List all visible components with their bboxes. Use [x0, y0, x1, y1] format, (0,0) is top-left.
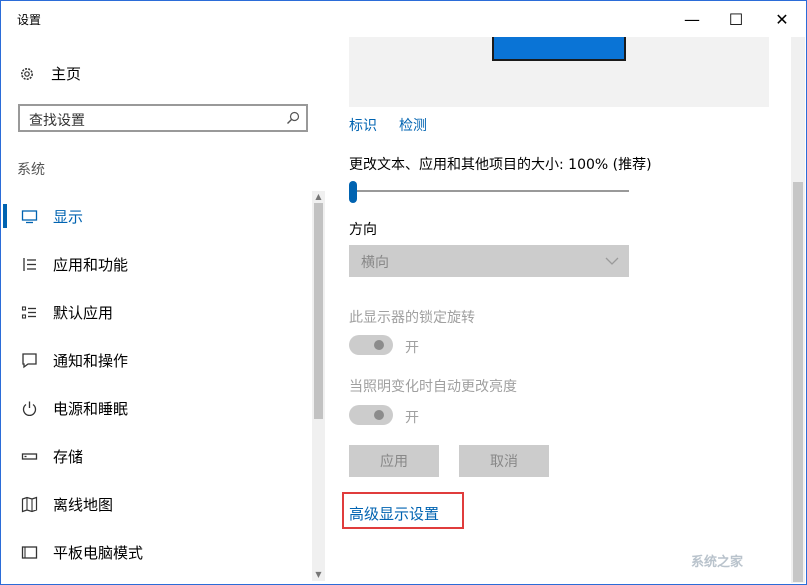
- home-label: 主页: [51, 65, 82, 83]
- sidebar-item-default-apps[interactable]: 默认应用: [1, 288, 311, 336]
- sidebar-item-label: 电源和睡眠: [53, 399, 129, 418]
- scale-slider-thumb[interactable]: [349, 181, 357, 203]
- gear-icon: [21, 67, 33, 80]
- cancel-button[interactable]: 取消: [459, 445, 549, 477]
- default-apps-icon: [21, 305, 36, 319]
- sidebar-item-offline-maps[interactable]: 离线地图: [1, 480, 311, 528]
- minimize-icon: —: [684, 9, 700, 29]
- rotation-lock-label: 此显示器的锁定旋转: [349, 310, 475, 326]
- orientation-label: 方向: [349, 222, 377, 238]
- sidebar-item-display[interactable]: 显示: [1, 192, 311, 240]
- sidebar-item-label: 显示: [53, 207, 84, 226]
- auto-brightness-label: 当照明变化时自动更改亮度: [349, 379, 517, 395]
- cancel-button-label: 取消: [490, 454, 518, 470]
- section-title: 系统: [17, 162, 45, 178]
- scroll-down-icon[interactable]: ▼: [312, 569, 325, 581]
- auto-brightness-state: 开: [405, 410, 419, 426]
- scroll-up-icon[interactable]: ▲: [312, 191, 325, 203]
- sidebar-item-apps[interactable]: 应用和功能: [1, 240, 311, 288]
- rotation-lock-toggle[interactable]: [349, 335, 393, 355]
- map-icon: [21, 496, 38, 512]
- toggle-knob: [374, 410, 384, 420]
- search-input[interactable]: 查找设置: [18, 104, 308, 132]
- sidebar-item-label: 离线地图: [53, 495, 114, 514]
- watermark: 系统之家: [691, 555, 744, 570]
- monitor-preview[interactable]: [492, 37, 626, 61]
- scrollbar-thumb[interactable]: [314, 203, 323, 419]
- sidebar-item-power[interactable]: 电源和睡眠: [1, 384, 311, 432]
- orientation-value: 横向: [361, 255, 389, 271]
- tablet-icon: [21, 545, 38, 559]
- rotation-lock-state: 开: [405, 340, 419, 356]
- advanced-display-settings-link[interactable]: 高级显示设置: [349, 503, 439, 524]
- maximize-button[interactable]: ☐: [713, 1, 759, 37]
- title-bar: 设置 — ☐ ✕: [1, 1, 806, 37]
- chevron-down-icon: [605, 257, 619, 265]
- orientation-dropdown[interactable]: 横向: [349, 245, 629, 277]
- storage-icon: [21, 452, 38, 460]
- apply-button-label: 应用: [380, 454, 408, 470]
- notification-icon: [22, 352, 37, 368]
- sidebar-item-label: 通知和操作: [53, 351, 129, 370]
- close-icon: ✕: [775, 9, 789, 29]
- sidebar-item-tablet-mode[interactable]: 平板电脑模式: [1, 528, 311, 576]
- home-nav[interactable]: 主页: [19, 63, 81, 84]
- identify-link[interactable]: 标识: [349, 115, 377, 135]
- apply-button[interactable]: 应用: [349, 445, 439, 477]
- power-icon: [22, 401, 37, 416]
- maximize-icon: ☐: [728, 9, 744, 29]
- scale-slider[interactable]: [349, 190, 629, 192]
- search-placeholder: 查找设置: [29, 113, 85, 129]
- monitor-icon: [21, 209, 38, 223]
- sidebar-scrollbar[interactable]: ▲ ▼: [312, 191, 325, 581]
- scale-label: 更改文本、应用和其他项目的大小: 100% (推荐): [349, 157, 652, 173]
- sidebar-item-label: 存储: [53, 447, 84, 466]
- sidebar-item-notifications[interactable]: 通知和操作: [1, 336, 311, 384]
- window-title: 设置: [17, 13, 42, 27]
- close-button[interactable]: ✕: [759, 1, 805, 37]
- sidebar-item-label: 默认应用: [53, 303, 114, 322]
- scrollbar-thumb[interactable]: [793, 182, 803, 582]
- settings-window: 设置 — ☐ ✕ 主页 查找设置 系统 显示 应用和功能 默认应用 通知和操作 …: [0, 0, 807, 585]
- sidebar-item-label: 平板电脑模式: [53, 543, 144, 562]
- list-icon: [23, 257, 36, 271]
- auto-brightness-toggle[interactable]: [349, 405, 393, 425]
- detect-link[interactable]: 检测: [399, 115, 427, 135]
- main-scrollbar[interactable]: [791, 37, 805, 583]
- sidebar-item-label: 应用和功能: [53, 255, 129, 274]
- display-preview: [349, 37, 769, 107]
- sidebar-item-storage[interactable]: 存储: [1, 432, 311, 480]
- minimize-button[interactable]: —: [669, 1, 715, 37]
- toggle-knob: [374, 340, 384, 350]
- search-icon: [287, 111, 300, 124]
